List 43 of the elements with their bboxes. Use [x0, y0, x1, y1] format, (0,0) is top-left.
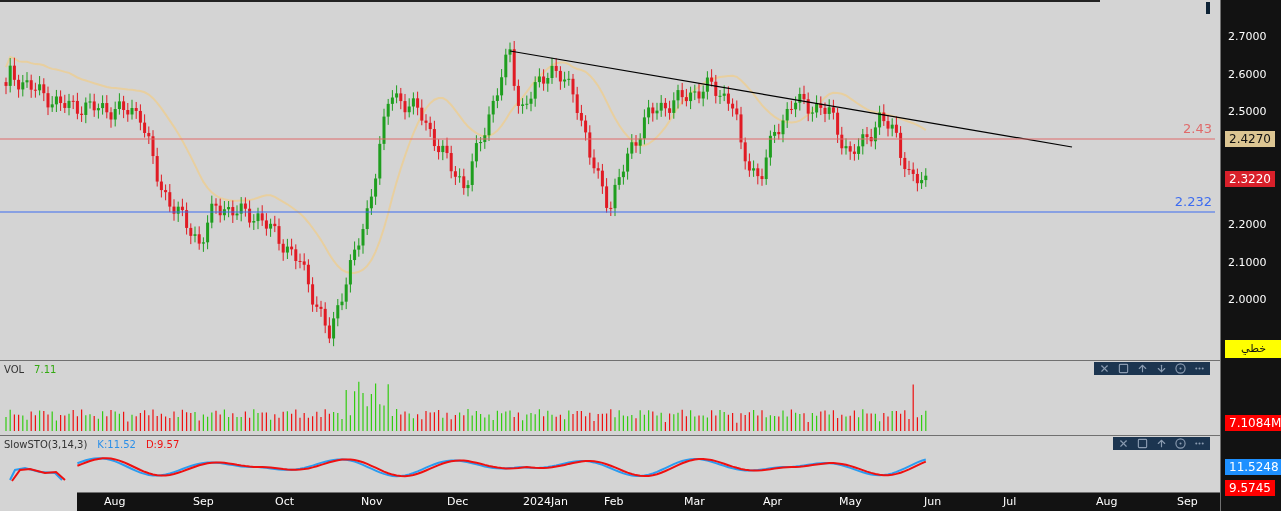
- maximize-icon[interactable]: [1137, 438, 1148, 449]
- price-tick: 2.1000: [1228, 256, 1267, 268]
- time-label: Apr: [763, 494, 783, 510]
- volume-badge: 7.1084M: [1225, 415, 1281, 431]
- k-value: K:11.52: [97, 438, 136, 452]
- time-label: Jun: [924, 494, 942, 510]
- down-arrow-icon[interactable]: [1156, 363, 1167, 374]
- time-label: Oct: [275, 494, 295, 510]
- up-arrow-icon[interactable]: [1156, 438, 1167, 449]
- settings-icon[interactable]: [1175, 363, 1186, 374]
- close-icon[interactable]: [1118, 438, 1129, 449]
- line-label: 2.43: [1183, 121, 1212, 136]
- mode-label: خطي: [1225, 340, 1281, 358]
- close-icon[interactable]: [1099, 363, 1110, 374]
- price-badge: 2.3220: [1225, 171, 1275, 187]
- line-label: 2.232: [1174, 194, 1212, 209]
- price-tick: 2.7000: [1228, 31, 1267, 42]
- price-badge: 2.4270: [1225, 131, 1275, 147]
- price-tick: 2.0000: [1228, 294, 1267, 306]
- price-tick: 2.5000: [1228, 106, 1267, 118]
- time-label: 2024Jan: [523, 494, 568, 510]
- time-label: May: [839, 494, 862, 510]
- d-value: D:9.57: [145, 438, 180, 452]
- time-label: Dec: [447, 494, 469, 510]
- volume-value: 7.11: [34, 363, 57, 377]
- time-label: Jul: [1003, 494, 1017, 510]
- marker-icon: [1206, 2, 1210, 14]
- time-label: Sep: [193, 494, 214, 510]
- pane-title: SlowSTO(3,14,3): [4, 438, 88, 452]
- time-label: Aug: [104, 494, 126, 510]
- maximize-icon[interactable]: [1118, 363, 1129, 374]
- time-label: Nov: [361, 494, 383, 510]
- time-label: Sep: [1177, 494, 1198, 510]
- price-tick: 2.6000: [1228, 68, 1267, 80]
- time-label: Mar: [684, 494, 705, 510]
- pane-title: VOL: [4, 363, 25, 377]
- time-label: Feb: [604, 494, 624, 510]
- settings-icon[interactable]: [1175, 438, 1186, 449]
- d-badge: 9.5745: [1225, 480, 1275, 496]
- k-badge: 11.5248: [1225, 459, 1281, 475]
- up-arrow-icon[interactable]: [1137, 363, 1148, 374]
- time-label: Aug: [1096, 494, 1118, 510]
- price-tick: 2.2000: [1228, 219, 1267, 230]
